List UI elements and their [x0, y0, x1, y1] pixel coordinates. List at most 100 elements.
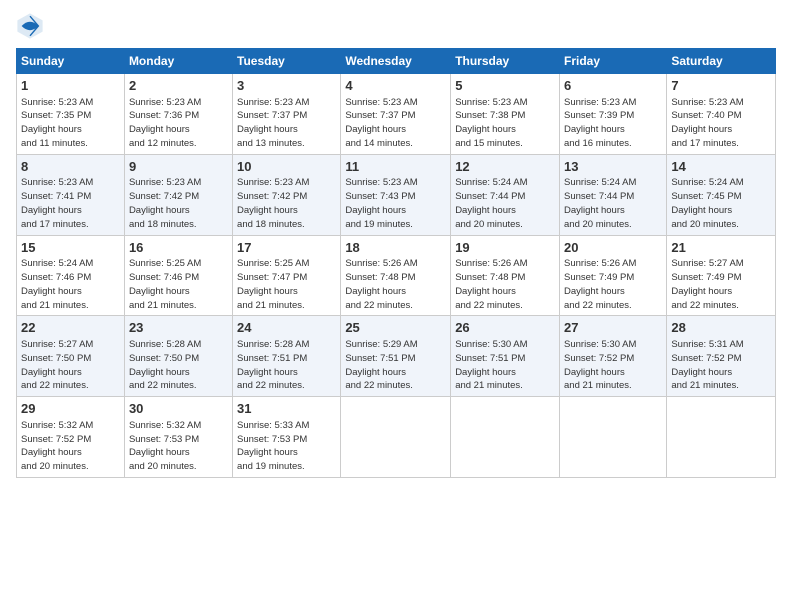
- day-info: Sunrise: 5:24 AMSunset: 7:44 PMDaylight …: [455, 177, 527, 229]
- day-number: 27: [564, 319, 662, 337]
- calendar-cell: 3 Sunrise: 5:23 AMSunset: 7:37 PMDaylight…: [233, 74, 341, 155]
- calendar-header-monday: Monday: [124, 49, 232, 74]
- calendar-cell: 21Sunrise: 5:27 AMSunset: 7:49 PMDayligh…: [667, 235, 776, 316]
- day-number: 8: [21, 158, 120, 176]
- day-info: Sunrise: 5:24 AMSunset: 7:45 PMDaylight …: [671, 177, 743, 229]
- day-number: 18: [345, 239, 446, 257]
- calendar-cell: 11Sunrise: 5:23 AMSunset: 7:43 PMDayligh…: [341, 154, 451, 235]
- day-number: 2: [129, 77, 228, 95]
- day-number: 17: [237, 239, 336, 257]
- calendar-week-3: 15Sunrise: 5:24 AMSunset: 7:46 PMDayligh…: [17, 235, 776, 316]
- calendar-cell: 5 Sunrise: 5:23 AMSunset: 7:38 PMDaylight…: [451, 74, 560, 155]
- calendar-cell: 29Sunrise: 5:32 AMSunset: 7:52 PMDayligh…: [17, 397, 125, 478]
- day-number: 21: [671, 239, 771, 257]
- calendar-cell: 24Sunrise: 5:28 AMSunset: 7:51 PMDayligh…: [233, 316, 341, 397]
- calendar-cell: 28 Sunrise: 5:31 AMSunset: 7:52 PMDayligh…: [667, 316, 776, 397]
- day-info: Sunrise: 5:25 AMSunset: 7:46 PMDaylight …: [129, 258, 201, 310]
- day-info: Sunrise: 5:25 AMSunset: 7:47 PMDaylight …: [237, 258, 309, 310]
- day-info: Sunrise: 5:23 AMSunset: 7:35 PMDaylight …: [21, 97, 93, 149]
- day-number: 10: [237, 158, 336, 176]
- day-number: 28: [671, 319, 771, 337]
- day-info: Sunrise: 5:24 AMSunset: 7:44 PMDaylight …: [564, 177, 636, 229]
- day-info: Sunrise: 5:23 AMSunset: 7:42 PMDaylight …: [129, 177, 201, 229]
- day-info: Sunrise: 5:23 AMSunset: 7:37 PMDaylight …: [237, 97, 309, 149]
- day-number: 3: [237, 77, 336, 95]
- calendar-cell: 1 Sunrise: 5:23 AMSunset: 7:35 PMDaylight…: [17, 74, 125, 155]
- day-number: 20: [564, 239, 662, 257]
- calendar-cell: 31 Sunrise: 5:33 AMSunset: 7:53 PMDayligh…: [233, 397, 341, 478]
- day-info: Sunrise: 5:30 AMSunset: 7:52 PMDaylight …: [564, 339, 636, 391]
- calendar-header-saturday: Saturday: [667, 49, 776, 74]
- calendar-cell: 18Sunrise: 5:26 AMSunset: 7:48 PMDayligh…: [341, 235, 451, 316]
- calendar-week-5: 29Sunrise: 5:32 AMSunset: 7:52 PMDayligh…: [17, 397, 776, 478]
- day-number: 9: [129, 158, 228, 176]
- day-info: Sunrise: 5:26 AMSunset: 7:48 PMDaylight …: [345, 258, 417, 310]
- day-number: 7: [671, 77, 771, 95]
- day-info: Sunrise: 5:26 AMSunset: 7:48 PMDaylight …: [455, 258, 527, 310]
- calendar-cell: [341, 397, 451, 478]
- day-number: 23: [129, 319, 228, 337]
- day-info: Sunrise: 5:29 AMSunset: 7:51 PMDaylight …: [345, 339, 417, 391]
- calendar-cell: 15Sunrise: 5:24 AMSunset: 7:46 PMDayligh…: [17, 235, 125, 316]
- calendar-cell: 14Sunrise: 5:24 AMSunset: 7:45 PMDayligh…: [667, 154, 776, 235]
- page: SundayMondayTuesdayWednesdayThursdayFrid…: [0, 0, 792, 612]
- calendar-cell: 25 Sunrise: 5:29 AMSunset: 7:51 PMDayligh…: [341, 316, 451, 397]
- day-number: 11: [345, 158, 446, 176]
- day-number: 16: [129, 239, 228, 257]
- calendar-cell: 12Sunrise: 5:24 AMSunset: 7:44 PMDayligh…: [451, 154, 560, 235]
- calendar-cell: [667, 397, 776, 478]
- header: [16, 12, 776, 40]
- calendar-header-row: SundayMondayTuesdayWednesdayThursdayFrid…: [17, 49, 776, 74]
- calendar-cell: 27 Sunrise: 5:30 AMSunset: 7:52 PMDayligh…: [560, 316, 667, 397]
- calendar-week-2: 8Sunrise: 5:23 AMSunset: 7:41 PMDaylight…: [17, 154, 776, 235]
- day-info: Sunrise: 5:33 AMSunset: 7:53 PMDaylight …: [237, 420, 309, 472]
- day-number: 30: [129, 400, 228, 418]
- day-info: Sunrise: 5:23 AMSunset: 7:38 PMDaylight …: [455, 97, 527, 149]
- day-number: 6: [564, 77, 662, 95]
- calendar-cell: [451, 397, 560, 478]
- calendar-cell: 2 Sunrise: 5:23 AMSunset: 7:36 PMDaylight…: [124, 74, 232, 155]
- logo-icon: [16, 12, 44, 40]
- day-info: Sunrise: 5:23 AMSunset: 7:40 PMDaylight …: [671, 97, 743, 149]
- day-info: Sunrise: 5:23 AMSunset: 7:36 PMDaylight …: [129, 97, 201, 149]
- day-info: Sunrise: 5:23 AMSunset: 7:41 PMDaylight …: [21, 177, 93, 229]
- day-info: Sunrise: 5:27 AMSunset: 7:50 PMDaylight …: [21, 339, 93, 391]
- calendar-cell: 4Sunrise: 5:23 AMSunset: 7:37 PMDaylight…: [341, 74, 451, 155]
- calendar-cell: 22 Sunrise: 5:27 AMSunset: 7:50 PMDayligh…: [17, 316, 125, 397]
- day-number: 5: [455, 77, 555, 95]
- calendar-header-wednesday: Wednesday: [341, 49, 451, 74]
- calendar-cell: 20Sunrise: 5:26 AMSunset: 7:49 PMDayligh…: [560, 235, 667, 316]
- day-info: Sunrise: 5:28 AMSunset: 7:50 PMDaylight …: [129, 339, 201, 391]
- day-info: Sunrise: 5:27 AMSunset: 7:49 PMDaylight …: [671, 258, 743, 310]
- calendar-cell: 13Sunrise: 5:24 AMSunset: 7:44 PMDayligh…: [560, 154, 667, 235]
- day-info: Sunrise: 5:32 AMSunset: 7:52 PMDaylight …: [21, 420, 93, 472]
- day-number: 1: [21, 77, 120, 95]
- day-info: Sunrise: 5:23 AMSunset: 7:43 PMDaylight …: [345, 177, 417, 229]
- calendar-week-4: 22 Sunrise: 5:27 AMSunset: 7:50 PMDayligh…: [17, 316, 776, 397]
- calendar-cell: 10Sunrise: 5:23 AMSunset: 7:42 PMDayligh…: [233, 154, 341, 235]
- calendar-cell: 30 Sunrise: 5:32 AMSunset: 7:53 PMDayligh…: [124, 397, 232, 478]
- day-info: Sunrise: 5:31 AMSunset: 7:52 PMDaylight …: [671, 339, 743, 391]
- calendar-week-1: 1 Sunrise: 5:23 AMSunset: 7:35 PMDaylight…: [17, 74, 776, 155]
- calendar-header-friday: Friday: [560, 49, 667, 74]
- calendar-header-thursday: Thursday: [451, 49, 560, 74]
- day-info: Sunrise: 5:23 AMSunset: 7:39 PMDaylight …: [564, 97, 636, 149]
- calendar-cell: 17Sunrise: 5:25 AMSunset: 7:47 PMDayligh…: [233, 235, 341, 316]
- day-number: 31: [237, 400, 336, 418]
- day-info: Sunrise: 5:23 AMSunset: 7:42 PMDaylight …: [237, 177, 309, 229]
- day-number: 15: [21, 239, 120, 257]
- calendar-cell: 9Sunrise: 5:23 AMSunset: 7:42 PMDaylight…: [124, 154, 232, 235]
- day-info: Sunrise: 5:32 AMSunset: 7:53 PMDaylight …: [129, 420, 201, 472]
- day-number: 22: [21, 319, 120, 337]
- day-number: 19: [455, 239, 555, 257]
- day-number: 12: [455, 158, 555, 176]
- calendar-cell: [560, 397, 667, 478]
- day-number: 25: [345, 319, 446, 337]
- logo: [16, 12, 48, 40]
- calendar-cell: 16Sunrise: 5:25 AMSunset: 7:46 PMDayligh…: [124, 235, 232, 316]
- calendar-table: SundayMondayTuesdayWednesdayThursdayFrid…: [16, 48, 776, 478]
- day-info: Sunrise: 5:30 AMSunset: 7:51 PMDaylight …: [455, 339, 527, 391]
- day-info: Sunrise: 5:28 AMSunset: 7:51 PMDaylight …: [237, 339, 309, 391]
- day-info: Sunrise: 5:23 AMSunset: 7:37 PMDaylight …: [345, 97, 417, 149]
- calendar-cell: 7 Sunrise: 5:23 AMSunset: 7:40 PMDaylight…: [667, 74, 776, 155]
